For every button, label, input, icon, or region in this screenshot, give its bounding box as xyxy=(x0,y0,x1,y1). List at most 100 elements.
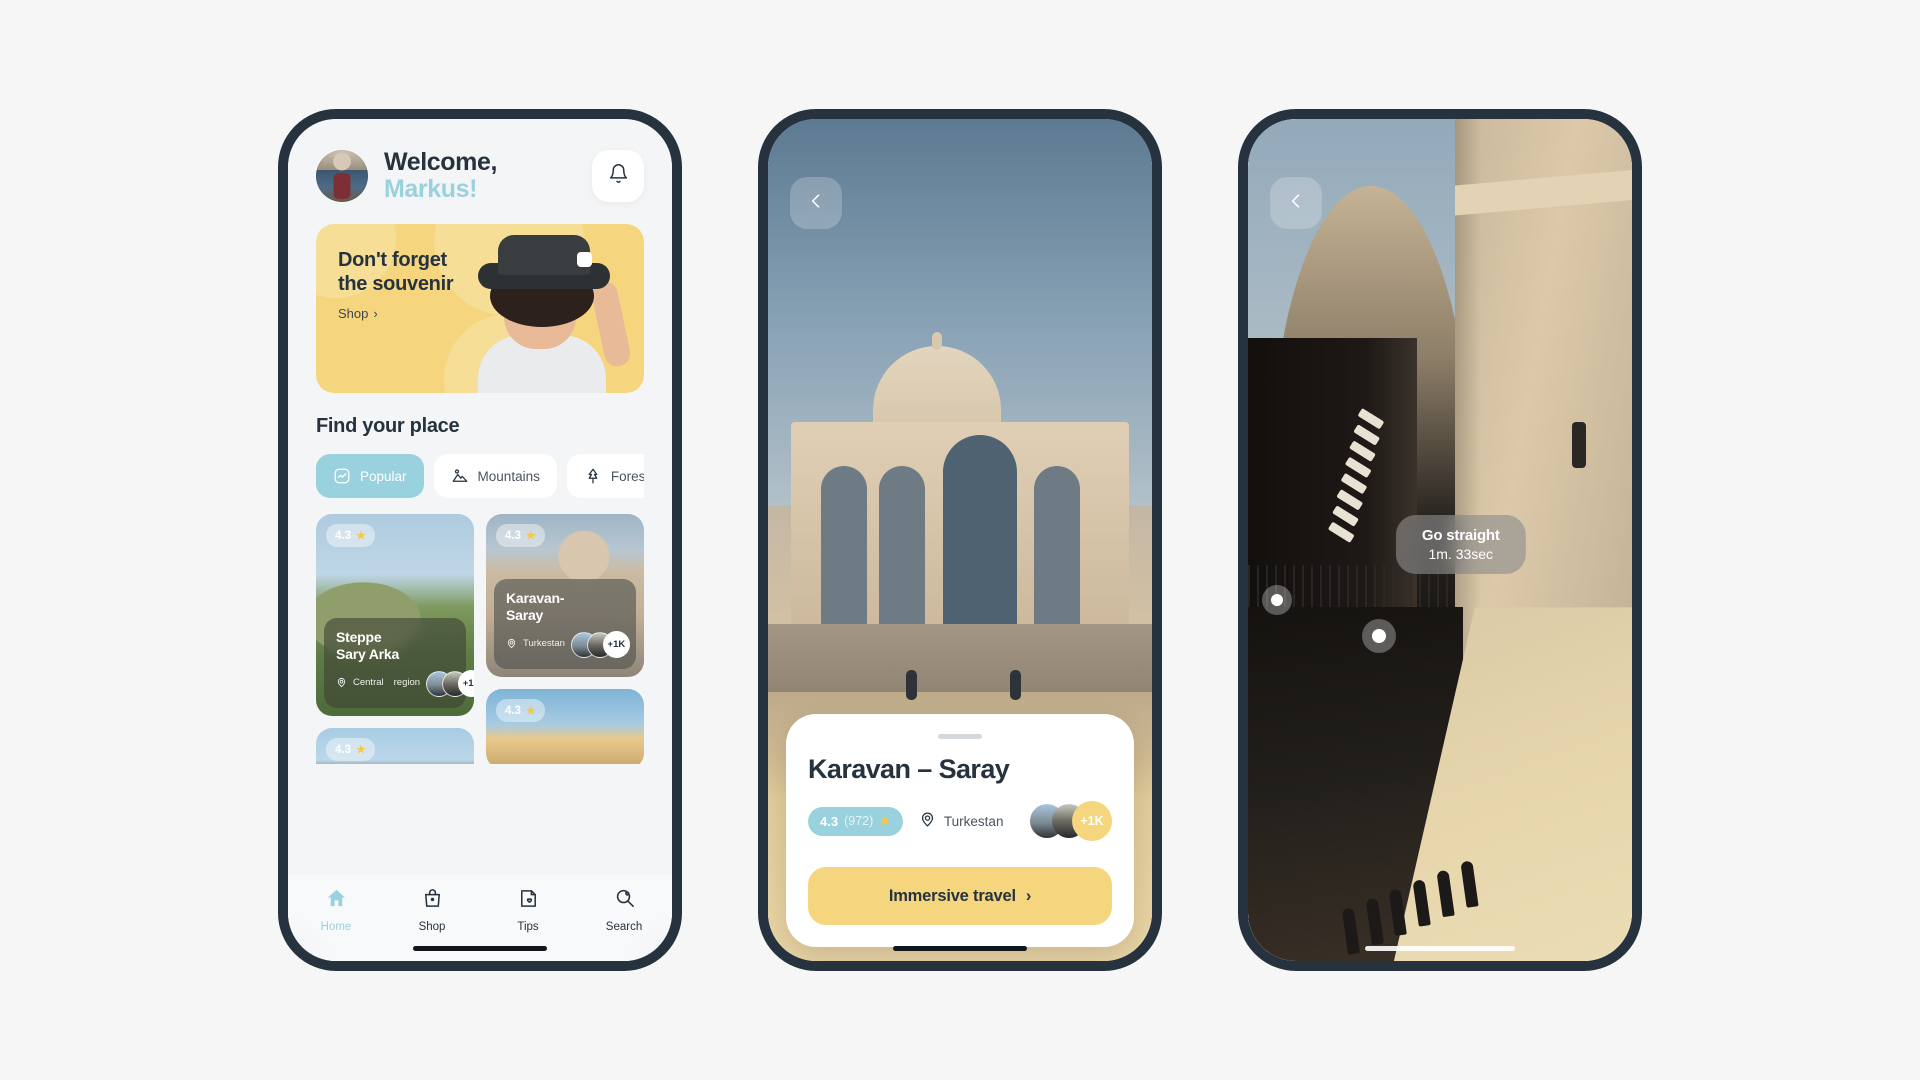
ar-waypoint-marker xyxy=(1362,619,1396,653)
promo-shop-link[interactable]: Shop › xyxy=(338,306,378,321)
rating-count: (972) xyxy=(844,814,874,828)
destination-card-steppe[interactable]: 4.3 ★ Steppe Sary Arka Central region +1 xyxy=(316,514,474,716)
rating-value: 4.3 xyxy=(505,529,521,542)
tab-shop[interactable]: Shop xyxy=(398,887,466,933)
chip-forest[interactable]: Forest xyxy=(566,454,644,498)
welcome-greeting: Welcome, xyxy=(384,148,498,176)
mountains-icon xyxy=(451,467,469,485)
card-info: Steppe Sary Arka Central region +1 xyxy=(324,618,474,708)
back-button[interactable] xyxy=(1270,177,1322,229)
card-title-line1: Karavan- xyxy=(506,590,565,607)
phone-home: Welcome, Markus! Don't forget the souven… xyxy=(278,109,682,971)
tree-icon xyxy=(584,467,602,485)
home-screen: Welcome, Markus! Don't forget the souven… xyxy=(288,119,672,961)
ar-progress-indicator xyxy=(1365,946,1515,951)
tab-search-label: Search xyxy=(605,921,643,933)
cards-column-right: 4.3 ★ Karavan- Saray Turkestan +1K 4.3 ★ xyxy=(486,514,644,764)
detail-avatars[interactable]: +1K xyxy=(1030,801,1112,841)
detail-screen: Karavan – Saray 4.3 (972) ★ Turkestan +1… xyxy=(768,119,1152,961)
chevron-left-icon xyxy=(806,191,826,216)
search-heart-icon xyxy=(613,887,636,915)
card-info: Karavan- Saray Turkestan +1K xyxy=(494,579,636,669)
tab-home[interactable]: Home xyxy=(302,887,370,933)
detail-location-label: Turkestan xyxy=(943,813,1004,829)
chevron-left-icon xyxy=(1286,191,1306,216)
star-icon: ★ xyxy=(356,744,366,756)
star-icon: ★ xyxy=(356,530,366,542)
chevron-right-icon: › xyxy=(1025,886,1032,905)
promo-title-line2: the souvenir xyxy=(338,273,454,296)
rating-badge: 4.3 ★ xyxy=(496,699,545,722)
notifications-button[interactable] xyxy=(592,149,644,202)
card-title-line1: Steppe xyxy=(336,629,382,646)
card-title-line2: Sary Arka xyxy=(336,646,400,663)
immersive-travel-button[interactable]: Immersive travel › xyxy=(808,867,1112,925)
card-avatars: +1K xyxy=(570,631,630,658)
detail-title: Karavan – Saray xyxy=(808,754,1010,785)
home-indicator xyxy=(893,946,1027,951)
phone-ar-navigation: Go straight 1m. 33sec xyxy=(1238,109,1642,971)
avatar-overflow-badge: +1K xyxy=(1072,801,1112,841)
home-content: Welcome, Markus! Don't forget the souven… xyxy=(288,119,672,764)
chip-mountains[interactable]: Mountains xyxy=(433,454,557,498)
ar-instruction: Go straight xyxy=(1421,526,1500,544)
card-title: Karavan- Saray xyxy=(506,590,624,624)
home-indicator xyxy=(413,946,547,951)
ar-screen: Go straight 1m. 33sec xyxy=(1248,119,1632,961)
star-icon: ★ xyxy=(879,813,891,828)
back-button[interactable] xyxy=(790,177,842,229)
tab-home-label: Home xyxy=(320,921,352,933)
category-chips[interactable]: Popular Mountains Fore xyxy=(316,454,644,498)
rating-badge: 4.3 ★ xyxy=(496,524,545,547)
rating-value: 4.3 xyxy=(820,813,839,829)
card-meta: Central region +1K xyxy=(336,670,474,697)
promo-title-line1: Don't forget xyxy=(338,249,447,271)
chip-forest-label: Forest xyxy=(610,468,644,484)
chip-popular-label: Popular xyxy=(360,468,407,484)
chip-popular[interactable]: Popular xyxy=(316,454,424,498)
cards-column-left: 4.3 ★ Steppe Sary Arka Central region +1… xyxy=(316,514,474,764)
ar-direction-card: Go straight 1m. 33sec xyxy=(1395,514,1526,574)
tab-tips-label: Tips xyxy=(517,921,539,933)
bag-icon xyxy=(421,887,444,915)
card-avatars: +1K xyxy=(426,670,474,697)
user-avatar[interactable] xyxy=(316,149,368,202)
welcome-username: Markus! xyxy=(384,174,478,203)
promo-title: Don't forget the souvenir xyxy=(338,248,454,297)
rating-badge: 4.3 ★ xyxy=(326,524,375,547)
destination-card-dune[interactable]: 4.3 ★ xyxy=(486,689,644,764)
promo-banner[interactable]: Don't forget the souvenir Shop › xyxy=(316,224,644,393)
rating-value: 4.3 xyxy=(505,704,521,717)
detail-meta: 4.3 (972) ★ Turkestan +1K xyxy=(808,801,1112,841)
location-pin-icon xyxy=(336,675,347,693)
welcome-text: Welcome, Markus! xyxy=(384,149,497,202)
star-icon: ★ xyxy=(526,530,536,542)
ar-waypoint-marker xyxy=(1262,585,1292,615)
destination-card-karavan[interactable]: 4.3 ★ Karavan- Saray Turkestan +1K xyxy=(486,514,644,677)
star-icon: ★ xyxy=(526,705,536,717)
home-icon xyxy=(325,887,348,915)
tab-tips[interactable]: Tips xyxy=(494,887,562,933)
rating-value: 4.3 xyxy=(335,529,351,542)
card-location: Turkestan xyxy=(523,638,565,650)
promo-shop-label: Shop xyxy=(338,305,369,321)
sheet-drag-handle[interactable] xyxy=(938,734,982,740)
rating-badge: 4.3 ★ xyxy=(326,738,375,761)
immersive-travel-label: Immersive travel xyxy=(888,886,1016,905)
card-location-line2: region xyxy=(393,677,421,689)
detail-sheet: Karavan – Saray 4.3 (972) ★ Turkestan +1… xyxy=(786,714,1134,947)
card-location-line1: Central xyxy=(353,677,384,689)
chart-star-icon xyxy=(333,467,351,485)
chip-mountains-label: Mountains xyxy=(477,468,540,484)
destination-card-canyon[interactable]: 4.3 ★ xyxy=(316,728,474,764)
chevron-right-icon: › xyxy=(373,305,378,321)
rating-value: 4.3 xyxy=(335,743,351,756)
tab-shop-label: Shop xyxy=(418,921,446,933)
destination-cards: 4.3 ★ Steppe Sary Arka Central region +1… xyxy=(316,514,644,764)
promo-person-image xyxy=(458,235,633,393)
tab-search[interactable]: Search xyxy=(590,887,658,933)
note-heart-icon xyxy=(517,887,540,915)
card-meta: Turkestan +1K xyxy=(506,631,630,658)
avatar-overflow-badge: +1K xyxy=(602,631,630,658)
section-title: Find your place xyxy=(316,415,460,437)
